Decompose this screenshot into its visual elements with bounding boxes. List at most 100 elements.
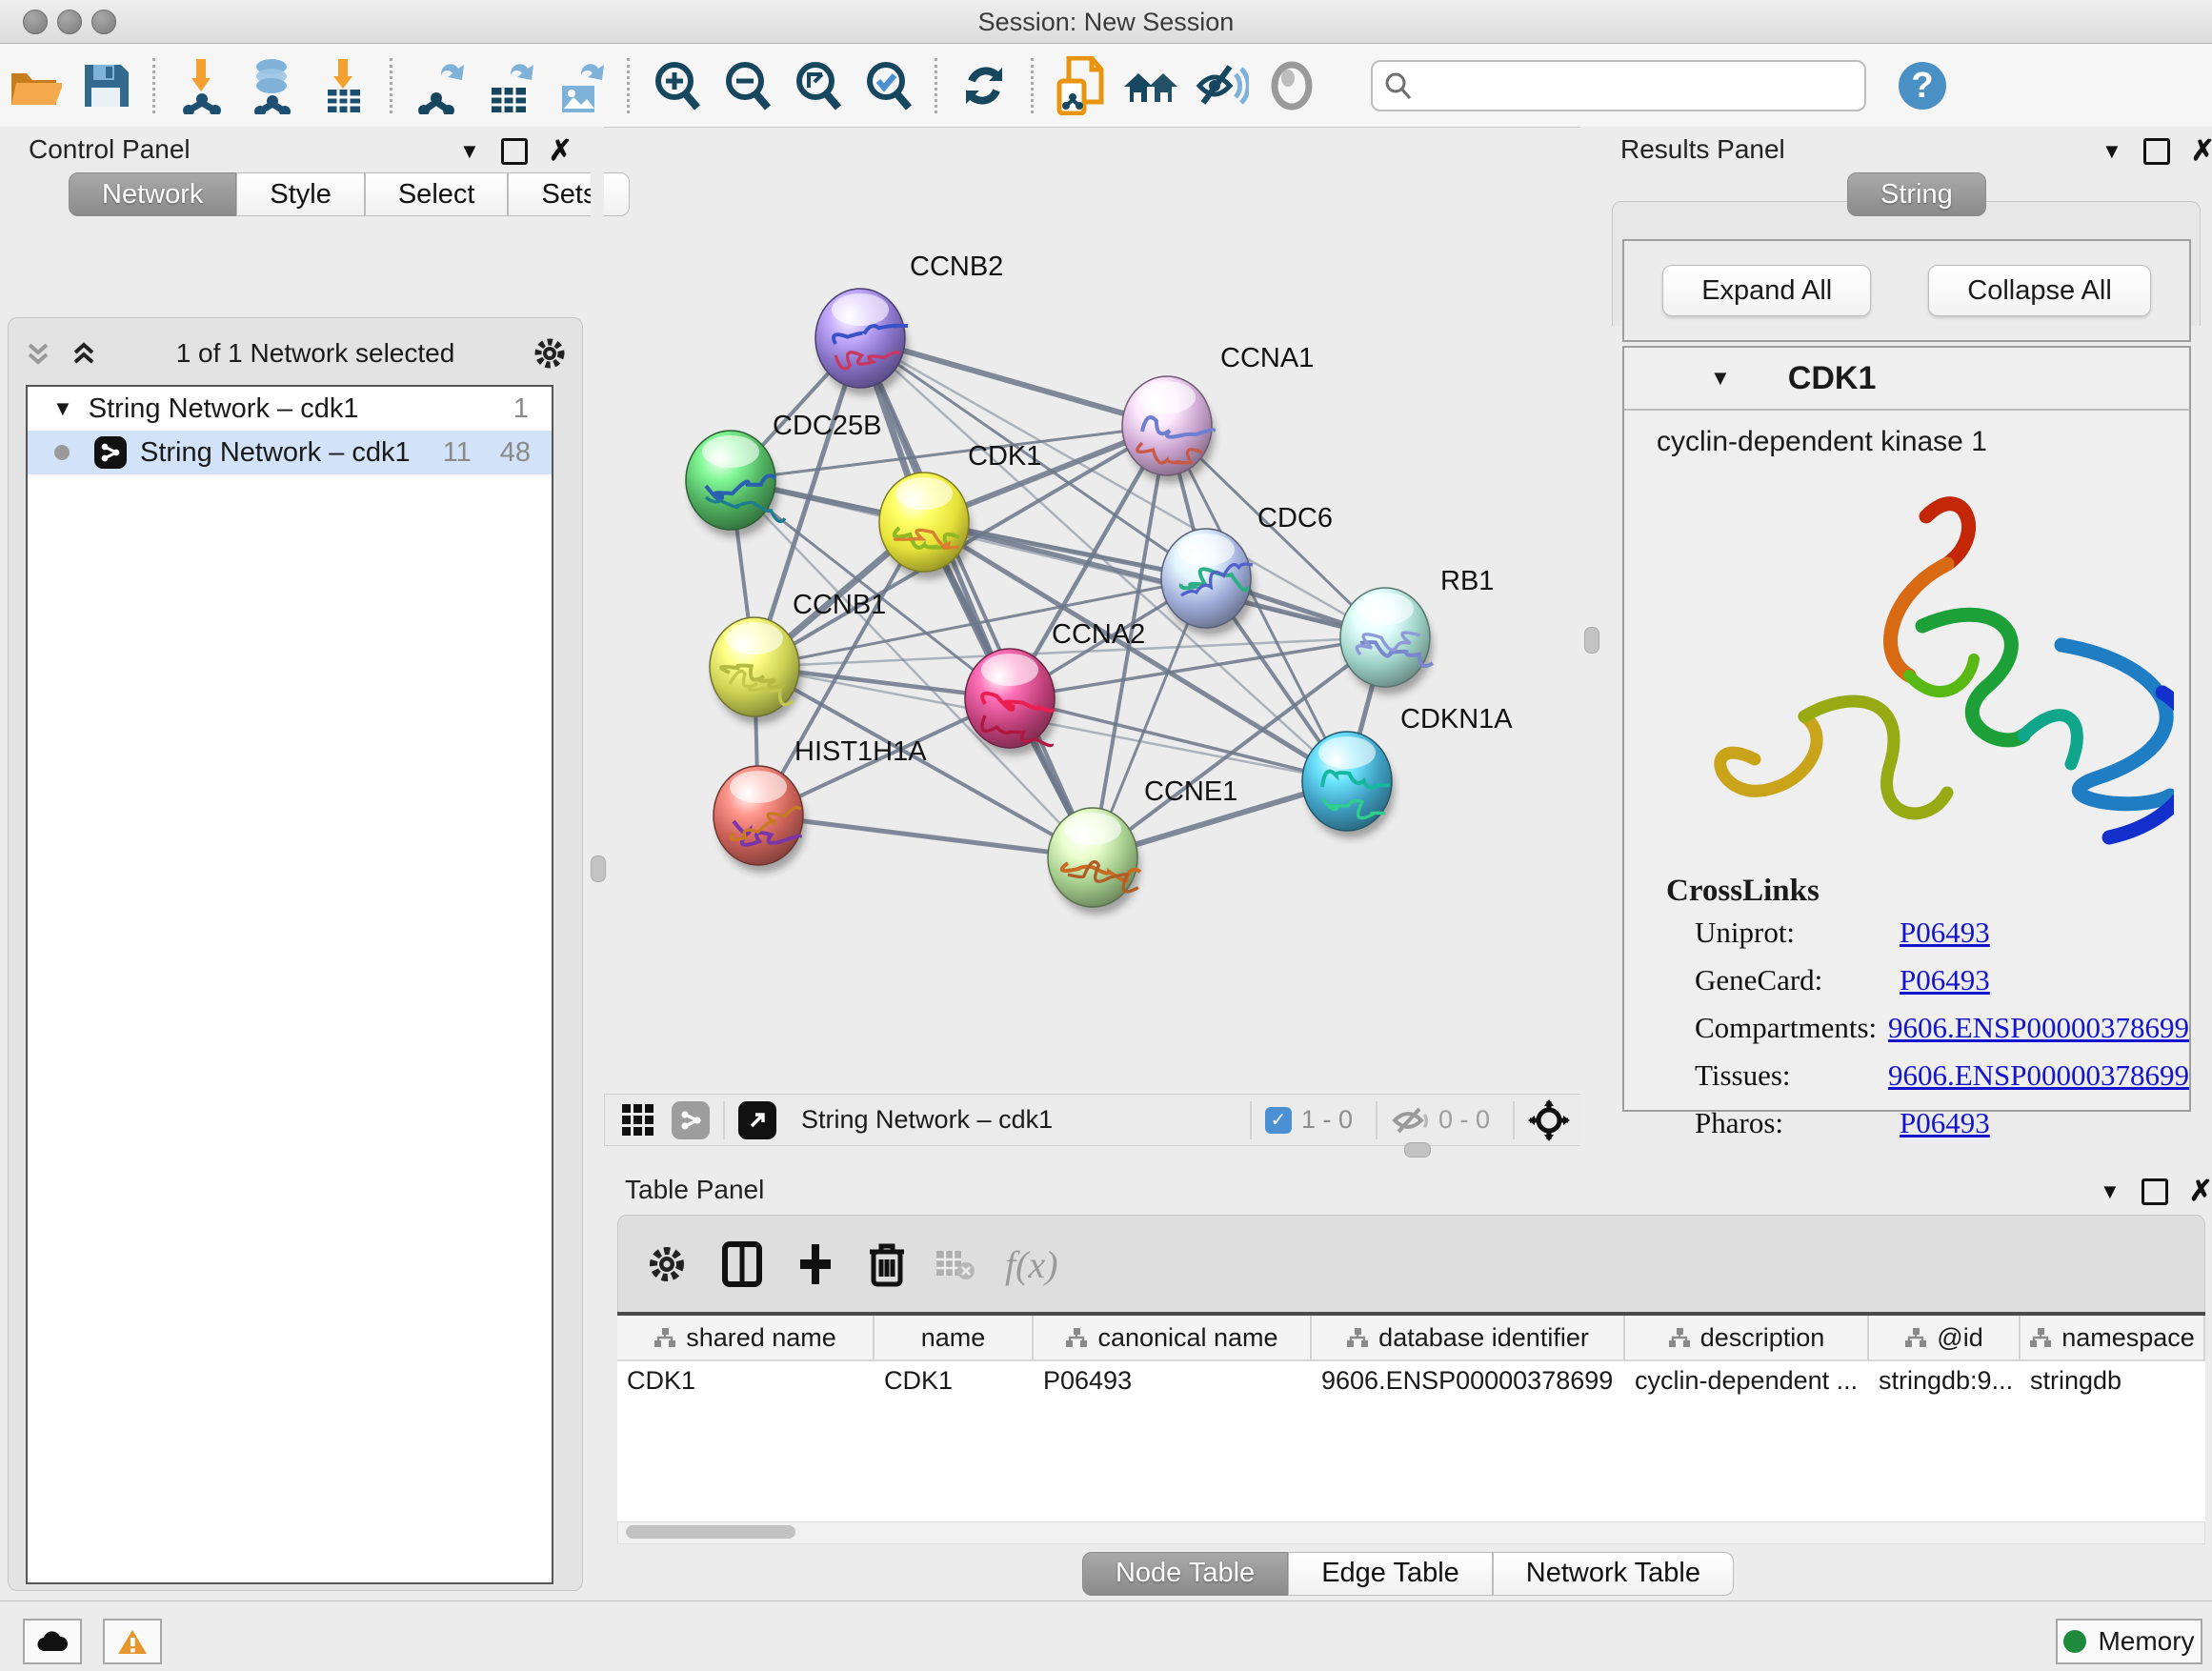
zoom-in-icon[interactable] — [647, 56, 706, 115]
function-builder-icon[interactable]: f(x) — [1005, 1242, 1058, 1287]
panel-menu-icon[interactable]: ▼ — [459, 139, 480, 164]
lens-icon[interactable] — [1262, 56, 1321, 115]
column-header-shared-name[interactable]: shared name — [617, 1316, 875, 1359]
table-cell[interactable]: stringdb — [2021, 1361, 2205, 1399]
network-collection-row[interactable]: ▼ String Network – cdk1 1 — [28, 387, 552, 431]
table-cell[interactable]: CDK1 — [875, 1361, 1034, 1399]
expand-all-networks-icon[interactable] — [68, 337, 100, 370]
table-horizontal-scrollbar[interactable] — [617, 1521, 2205, 1544]
entry-expander-icon[interactable]: ▼ — [1710, 366, 1731, 391]
tab-node-table[interactable]: Node Table — [1082, 1552, 1288, 1596]
show-columns-icon[interactable] — [721, 1240, 763, 1288]
network-node-CCNE1[interactable]: CCNE1 — [1048, 776, 1237, 915]
export-table-icon[interactable] — [480, 56, 539, 115]
table-cell[interactable]: CDK1 — [617, 1361, 875, 1399]
column-header-canonical-name[interactable]: canonical name — [1034, 1316, 1312, 1359]
network-node-HIST1H1A[interactable]: HIST1H1A — [714, 736, 927, 873]
close-panel-icon[interactable]: ✗ — [549, 141, 573, 162]
delete-column-icon[interactable] — [868, 1240, 906, 1288]
table-cell[interactable]: cyclin-dependent ... — [1625, 1361, 1869, 1399]
panel-menu-icon[interactable]: ▼ — [2101, 139, 2122, 164]
crosslink-link[interactable]: 9606.ENSP00000378699 — [1888, 1058, 2189, 1093]
import-network-from-file-icon[interactable] — [172, 56, 231, 115]
share-document-icon[interactable] — [1051, 56, 1110, 115]
refresh-icon[interactable] — [955, 56, 1014, 115]
table-cell[interactable]: 9606.ENSP00000378699 — [1312, 1361, 1625, 1399]
export-image-icon[interactable] — [551, 56, 610, 115]
open-in-new-window-icon[interactable] — [738, 1101, 776, 1139]
tab-string[interactable]: String — [1847, 172, 1986, 216]
network-node-CDKN1A[interactable]: CDKN1A — [1302, 704, 1513, 838]
grid-view-icon[interactable] — [620, 1102, 656, 1138]
zoom-fit-icon[interactable] — [788, 56, 847, 115]
panel-menu-icon[interactable]: ▼ — [2100, 1179, 2121, 1204]
column-header-description[interactable]: description — [1625, 1316, 1869, 1359]
create-column-icon[interactable] — [795, 1242, 835, 1286]
crosslink-link[interactable]: 9606.ENSP00000378699 — [1888, 1011, 2189, 1045]
network-canvas[interactable]: CCNB2CCNA1CDC25BCDK1CDC6RB1CCNB1CCNA2CDK… — [604, 127, 1580, 1094]
export-network-icon[interactable] — [410, 56, 469, 115]
memory-button[interactable]: Memory — [2056, 1619, 2202, 1664]
column-header-database-identifier[interactable]: database identifier — [1312, 1316, 1625, 1359]
selected-checkbox-icon[interactable]: ✓ — [1265, 1107, 1292, 1134]
tab-edge-table[interactable]: Edge Table — [1288, 1552, 1493, 1596]
tab-network[interactable]: Network — [69, 172, 236, 216]
open-session-icon[interactable] — [6, 56, 65, 115]
tab-network-table[interactable]: Network Table — [1493, 1552, 1734, 1596]
import-network-from-database-icon[interactable] — [243, 56, 302, 115]
birdseye-navigator-icon[interactable] — [1528, 1099, 1570, 1141]
network-node-RB1[interactable]: RB1 — [1340, 566, 1494, 695]
delete-table-icon[interactable] — [935, 1247, 976, 1281]
scrollbar-thumb[interactable] — [626, 1525, 795, 1539]
float-panel-icon[interactable] — [501, 138, 528, 165]
hide-selected-eye-icon[interactable] — [1192, 56, 1251, 115]
crosslink-link[interactable]: P06493 — [1900, 963, 1990, 997]
tab-select[interactable]: Select — [365, 172, 509, 216]
table-cell[interactable]: P06493 — [1034, 1361, 1312, 1399]
network-node-CCNA2[interactable]: CCNA2 — [965, 619, 1145, 755]
table-row[interactable]: CDK1CDK1P064939606.ENSP00000378699cyclin… — [617, 1361, 2205, 1399]
node-label: CCNA1 — [1220, 343, 1314, 373]
splitter-grip[interactable] — [1404, 1142, 1431, 1158]
splitter-grip[interactable] — [1584, 627, 1599, 654]
close-panel-icon[interactable]: ✗ — [2189, 1181, 2212, 1202]
zoom-selected-icon[interactable] — [858, 56, 917, 115]
network-node-CCNB1[interactable]: CCNB1 — [710, 590, 886, 724]
hidden-eye-icon[interactable] — [1391, 1105, 1429, 1136]
network-node-CCNA1[interactable]: CCNA1 — [1122, 343, 1314, 483]
close-panel-icon[interactable]: ✗ — [2191, 141, 2212, 162]
collection-expander-icon[interactable]: ▼ — [52, 396, 73, 421]
collapse-all-networks-icon[interactable] — [22, 337, 54, 370]
table-options-gear-icon[interactable] — [645, 1242, 689, 1286]
column-source-icon — [2029, 1327, 2052, 1348]
import-table-from-file-icon[interactable] — [313, 56, 372, 115]
float-panel-icon[interactable] — [2143, 138, 2170, 165]
crosslink-link[interactable]: P06493 — [1900, 916, 1990, 950]
float-panel-icon[interactable] — [2142, 1178, 2168, 1205]
crosslink-link[interactable]: P06493 — [1900, 1106, 1990, 1140]
network-share-icon[interactable] — [672, 1101, 710, 1139]
results-entry-header[interactable]: ▼ CDK1 — [1624, 348, 2189, 411]
tab-style[interactable]: Style — [236, 172, 364, 216]
search-field[interactable] — [1371, 60, 1866, 111]
table-body: CDK1CDK1P064939606.ENSP00000378699cyclin… — [617, 1361, 2205, 1399]
cloud-status-button[interactable] — [23, 1619, 82, 1664]
column-header-namespace[interactable]: namespace — [2021, 1316, 2205, 1359]
column-header--id[interactable]: @id — [1869, 1316, 2021, 1359]
search-input[interactable] — [1413, 70, 1853, 101]
panel-splitter-left[interactable] — [591, 127, 604, 1601]
memory-status-dot — [2063, 1630, 2086, 1653]
network-edge[interactable] — [860, 338, 1093, 857]
table-cell[interactable]: stringdb:9... — [1869, 1361, 2021, 1399]
network-options-gear-icon[interactable] — [531, 334, 569, 372]
save-session-icon[interactable] — [76, 56, 135, 115]
home-icon[interactable] — [1121, 56, 1180, 115]
network-edge[interactable] — [758, 815, 1093, 857]
collapse-all-button[interactable]: Collapse All — [1928, 265, 2151, 316]
network-row[interactable]: String Network – cdk1 11 48 — [28, 431, 552, 474]
help-icon[interactable]: ? — [1893, 56, 1952, 115]
zoom-out-icon[interactable] — [717, 56, 776, 115]
column-header-name[interactable]: name — [875, 1316, 1034, 1359]
warnings-button[interactable] — [103, 1619, 162, 1664]
expand-all-button[interactable]: Expand All — [1662, 265, 1871, 316]
